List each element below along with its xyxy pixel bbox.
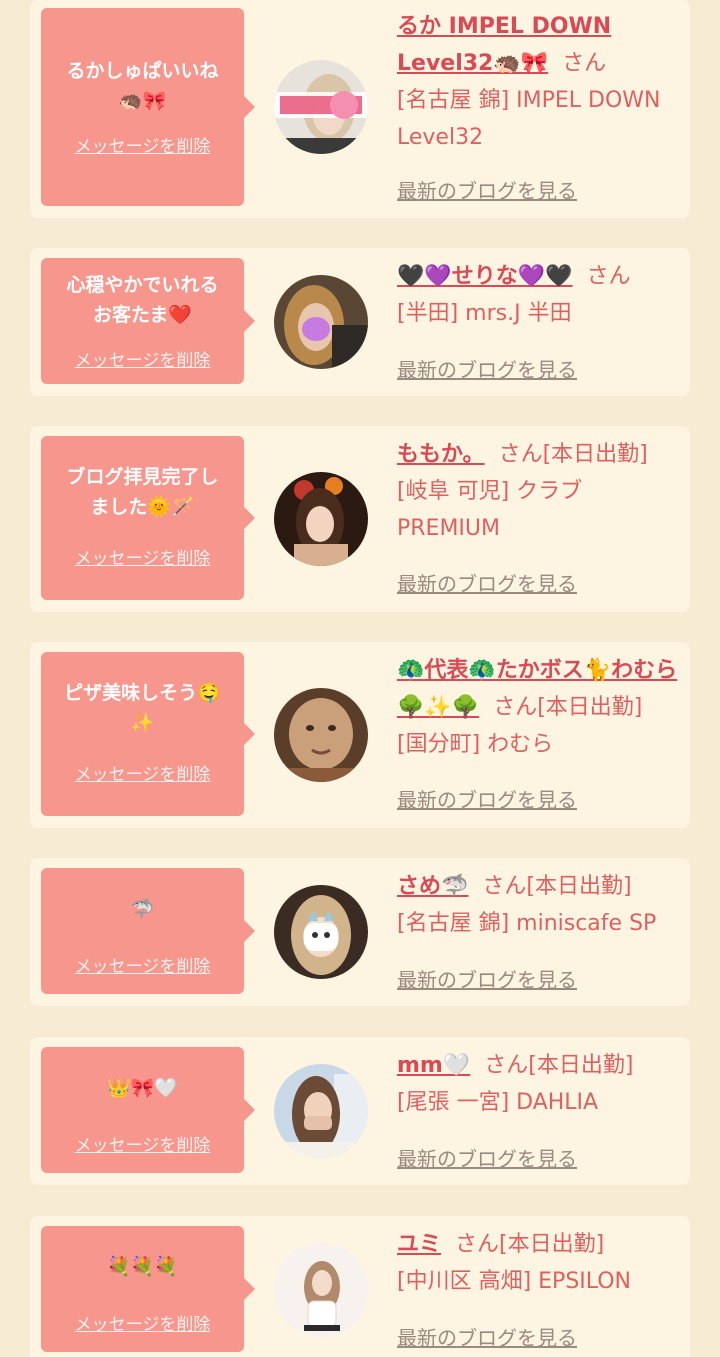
cast-info: るか IMPEL DOWN Level32🦔🎀 さん [名古屋 錦] IMPEL … xyxy=(397,8,687,156)
delete-message-link[interactable]: メッセージを削除 xyxy=(41,952,244,977)
cast-name-line: ももか。 さん[本日出勤] xyxy=(397,436,687,473)
message-text: ブログ拝見完了し ました🌞🪄 xyxy=(66,466,219,518)
cast-info: さめ🦈 さん[本日出勤] [名古屋 錦] miniscafe SP xyxy=(397,868,687,942)
avatar[interactable] xyxy=(274,275,368,369)
cast-info: ももか。 さん[本日出勤] [岐阜 可児] クラブ PREMIUM xyxy=(397,436,687,547)
message-card: ブログ拝見完了し ました🌞🪄 メッセージを削除 ももか。 さん[本日出勤] [岐阜… xyxy=(30,426,690,612)
cast-name-link[interactable]: ももか。 xyxy=(397,442,485,467)
latest-blog-link[interactable]: 最新のブログを見る xyxy=(397,1143,577,1172)
shop-location: [中川区 高畑] EPSILON xyxy=(397,1269,632,1294)
avatar[interactable] xyxy=(274,1243,368,1337)
message-bubble: ブログ拝見完了し ました🌞🪄 メッセージを削除 xyxy=(41,436,255,600)
shop-location: [尾張 一宮] DAHLIA xyxy=(397,1090,599,1115)
shop-location: [半田] mrs.J 半田 xyxy=(397,301,572,326)
cast-info: ユミ さん[本日出勤] [中川区 高畑] EPSILON xyxy=(397,1226,687,1300)
message-card: 👑🎀🤍 メッセージを削除 mm🤍 さん[本日出勤] [尾張 一宮] DAHLIA … xyxy=(30,1037,690,1185)
cast-name-line: ユミ さん[本日出勤] xyxy=(397,1226,687,1263)
delete-message-link[interactable]: メッセージを削除 xyxy=(41,1310,244,1335)
delete-message-link[interactable]: メッセージを削除 xyxy=(41,760,244,785)
message-text: 👑🎀🤍 xyxy=(107,1077,178,1099)
message-text: 🦈 xyxy=(130,898,155,920)
shop-location: [名古屋 錦] IMPEL DOWN Level32 xyxy=(397,88,661,150)
cast-name-link[interactable]: ユミ xyxy=(397,1232,441,1257)
cast-info: 🦚代表🦚たかボス🐈わむら🌳✨🌳 さん[本日出勤] [国分町] わむら xyxy=(397,652,687,763)
cast-name-link[interactable]: 🖤💜せりな💜🖤 xyxy=(397,264,573,289)
cast-honorific: さん[本日出勤] xyxy=(498,442,648,467)
cast-name-line: さめ🦈 さん[本日出勤] xyxy=(397,868,687,905)
message-card: 🦈 メッセージを削除 さめ🦈 さん[本日出勤] [名古屋 錦] miniscafe… xyxy=(30,858,690,1006)
message-card: ピザ美味しそう🤤 ✨ メッセージを削除 🦚代表🦚たかボス🐈わむら🌳✨🌳 さん[本日… xyxy=(30,642,690,828)
shop-location: [国分町] わむら xyxy=(397,732,554,757)
cast-name-link[interactable]: mm🤍 xyxy=(397,1053,470,1078)
cast-honorific: さん xyxy=(586,264,631,289)
cast-honorific: さん[本日出勤] xyxy=(493,695,643,720)
message-bubble: 🦈 メッセージを削除 xyxy=(41,868,255,994)
message-card: 心穏やかでいれる お客たま❤️ メッセージを削除 🖤💜せりな💜🖤 さん [半田] … xyxy=(30,248,690,396)
cast-name-line: 🦚代表🦚たかボス🐈わむら🌳✨🌳 さん[本日出勤] xyxy=(397,652,687,726)
avatar[interactable] xyxy=(274,1064,368,1158)
cast-honorific: さん[本日出勤] xyxy=(455,1232,605,1257)
latest-blog-link[interactable]: 最新のブログを見る xyxy=(397,784,577,813)
latest-blog-link[interactable]: 最新のブログを見る xyxy=(397,354,577,383)
shop-location: [名古屋 錦] miniscafe SP xyxy=(397,911,657,936)
message-bubble: 心穏やかでいれる お客たま❤️ メッセージを削除 xyxy=(41,258,255,384)
cast-info: 🖤💜せりな💜🖤 さん [半田] mrs.J 半田 xyxy=(397,258,687,332)
cast-name-line: るか IMPEL DOWN Level32🦔🎀 さん xyxy=(397,8,687,82)
message-bubble: 👑🎀🤍 メッセージを削除 xyxy=(41,1047,255,1173)
message-bubble: ピザ美味しそう🤤 ✨ メッセージを削除 xyxy=(41,652,255,816)
latest-blog-link[interactable]: 最新のブログを見る xyxy=(397,964,577,993)
cast-name-line: 🖤💜せりな💜🖤 さん xyxy=(397,258,687,295)
delete-message-link[interactable]: メッセージを削除 xyxy=(41,346,244,371)
latest-blog-link[interactable]: 最新のブログを見る xyxy=(397,568,577,597)
cast-honorific: さん[本日出勤] xyxy=(482,874,632,899)
avatar[interactable] xyxy=(274,472,368,566)
message-text: 心穏やかでいれる お客たま❤️ xyxy=(66,274,219,326)
cast-info: mm🤍 さん[本日出勤] [尾張 一宮] DAHLIA xyxy=(397,1047,687,1121)
avatar[interactable] xyxy=(274,885,368,979)
cast-honorific: さん[本日出勤] xyxy=(484,1053,634,1078)
cast-name-link[interactable]: さめ🦈 xyxy=(397,874,468,899)
latest-blog-link[interactable]: 最新のブログを見る xyxy=(397,1322,577,1351)
cast-name-line: mm🤍 さん[本日出勤] xyxy=(397,1047,687,1084)
avatar[interactable] xyxy=(274,688,368,782)
cast-honorific: さん xyxy=(562,51,607,76)
message-bubble: るかしゅぱいいね 🦔🎀 メッセージを削除 xyxy=(41,8,255,206)
delete-message-link[interactable]: メッセージを削除 xyxy=(41,1131,244,1156)
message-card: るかしゅぱいいね 🦔🎀 メッセージを削除 るか IMPEL DOWN Level… xyxy=(30,0,690,218)
avatar[interactable] xyxy=(274,60,368,154)
message-text: るかしゅぱいいね 🦔🎀 xyxy=(66,60,219,112)
message-text: ピザ美味しそう🤤 ✨ xyxy=(64,682,221,734)
delete-message-link[interactable]: メッセージを削除 xyxy=(41,544,244,569)
delete-message-link[interactable]: メッセージを削除 xyxy=(41,132,244,157)
shop-location: [岐阜 可児] クラブ PREMIUM xyxy=(397,479,583,541)
message-text: 💐💐💐 xyxy=(107,1256,178,1278)
message-bubble: 💐💐💐 メッセージを削除 xyxy=(41,1226,255,1352)
latest-blog-link[interactable]: 最新のブログを見る xyxy=(397,175,577,204)
message-card: 💐💐💐 メッセージを削除 ユミ さん[本日出勤] [中川区 高畑] EPSILON… xyxy=(30,1216,690,1357)
